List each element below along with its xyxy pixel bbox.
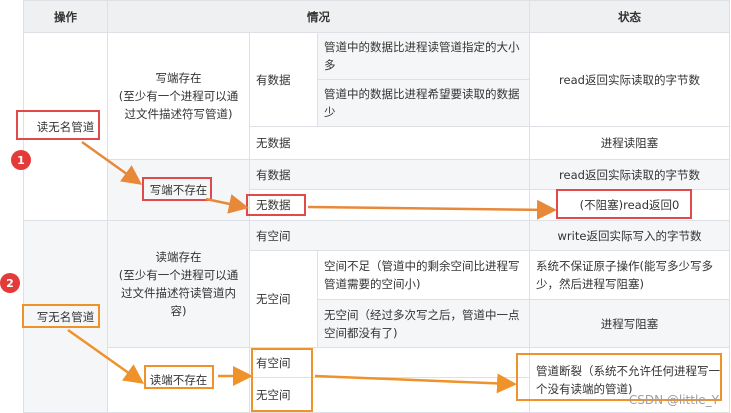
pipe-rules-table-figure: 操作 情况 状态 读无名管道 写端存在 (至少有一个进程可以通过文件描述符写管道…	[0, 0, 731, 413]
no-space-cell: 无空间	[250, 251, 318, 348]
writer-absent-cell: 写端不存在	[108, 160, 250, 221]
has-space-2-cell: 有空间	[250, 348, 530, 378]
no-space-2-cell: 无空间	[250, 378, 530, 413]
badge-step-1: 1	[11, 150, 31, 170]
no-data-cell: 无数据	[250, 127, 530, 160]
status-read-blocked-cell: 进程读阻塞	[530, 127, 730, 160]
writer-exists-cell: 写端存在 (至少有一个进程可以通过文件描述符写管道)	[108, 33, 250, 160]
read-operation-cell: 读无名管道	[23, 33, 108, 221]
header-operation: 操作	[23, 0, 108, 33]
status-write-actual-cell: write返回实际写入的字节数	[530, 221, 730, 251]
case-less-data-cell: 管道中的数据比进程希望要读取的数据少	[318, 80, 530, 127]
case-insufficient-cell: 空间不足（管道中的剩余空间比进程写管道需要的空间小)	[318, 251, 530, 300]
watermark: CSDN @little_Y	[628, 393, 719, 407]
has-space-cell: 有空间	[250, 221, 530, 251]
no-data-2-cell: 无数据	[250, 190, 530, 221]
status-read-actual-2-cell: read返回实际读取的字节数	[530, 160, 730, 190]
badge-step-2: 2	[0, 273, 20, 293]
status-not-atomic-cell: 系统不保证原子操作(能写多少写多少，然后进程写阻塞)	[530, 251, 730, 300]
has-data-2-cell: 有数据	[250, 160, 530, 190]
header-situation: 情况	[108, 0, 530, 33]
reader-absent-cell: 读端不存在	[108, 348, 250, 413]
header-status: 状态	[530, 0, 730, 33]
case-more-data-cell: 管道中的数据比进程读管道指定的大小多	[318, 33, 530, 80]
status-write-blocked-cell: 进程写阻塞	[530, 300, 730, 348]
reader-exists-cell: 读端存在 (至少有一个进程可以通过文件描述符读管道内容)	[108, 221, 250, 348]
write-operation-cell: 写无名管道	[23, 221, 108, 413]
has-data-cell: 有数据	[250, 33, 318, 127]
status-read-actual-cell: read返回实际读取的字节数	[530, 33, 730, 127]
case-no-space-cell: 无空间（经过多次写之后，管道中一点空间都没有了)	[318, 300, 530, 348]
status-return-zero-cell: (不阻塞)read返回0	[530, 190, 730, 221]
